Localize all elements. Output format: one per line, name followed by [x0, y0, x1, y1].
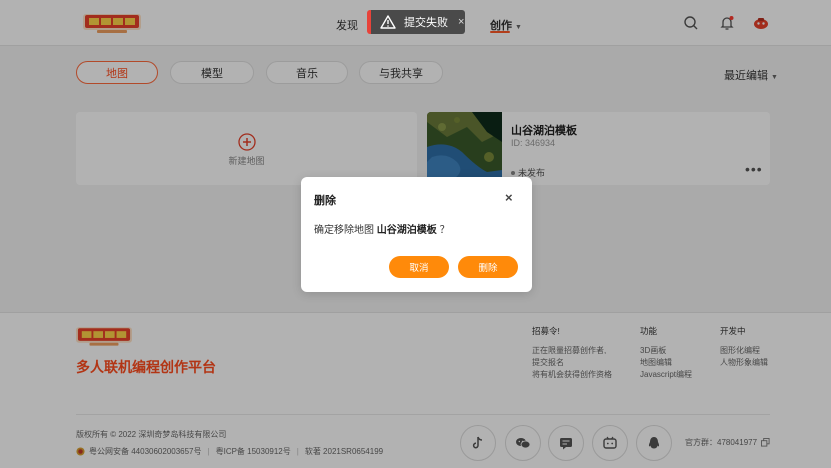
dialog-title: 删除	[314, 195, 336, 207]
confirm-button-label: 删除	[478, 263, 498, 274]
confirm-delete-button[interactable]: 删除	[458, 256, 518, 278]
toast-message: 提交失败	[404, 17, 448, 29]
cancel-button-label: 取消	[409, 263, 429, 274]
warning-icon	[380, 15, 396, 29]
error-toast: 提交失败 ×	[367, 10, 465, 34]
dialog-message: 确定移除地图 山谷湖泊模板 ？	[314, 221, 450, 236]
delete-dialog: 删除 × 确定移除地图 山谷湖泊模板 ？ 取消 删除	[301, 177, 532, 292]
toast-close-icon[interactable]: ×	[458, 16, 464, 28]
dialog-prompt-suffix: ？	[439, 225, 450, 236]
close-icon[interactable]: ×	[505, 190, 513, 205]
dialog-target-name: 山谷湖泊模板	[376, 225, 437, 236]
dialog-prompt-prefix: 确定移除地图	[314, 225, 374, 236]
cancel-button[interactable]: 取消	[389, 256, 449, 278]
